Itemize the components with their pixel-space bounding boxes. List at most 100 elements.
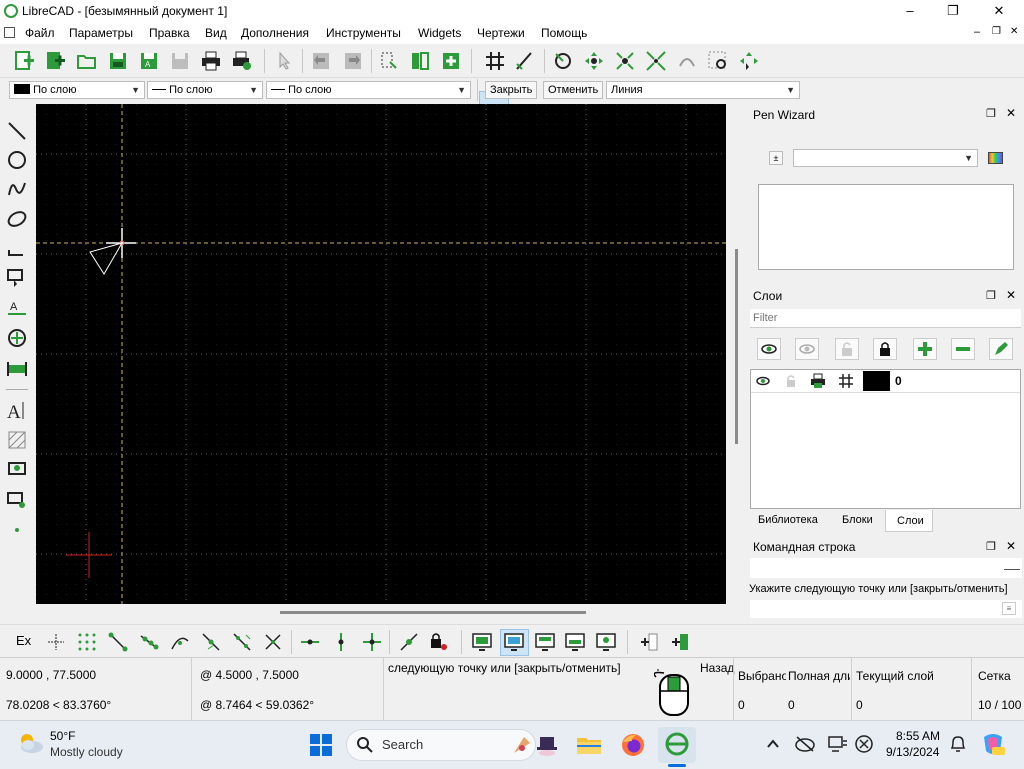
linetype-combo[interactable]: По слою ▼ [266,81,471,99]
horizontal-scrollbar-thumb[interactable] [280,611,586,614]
restrict-vertical-icon[interactable] [330,631,352,653]
zoom-auto-icon[interactable] [738,50,760,72]
curve-tool-icon[interactable] [6,178,28,200]
float-dock-icon[interactable]: ❐ [986,540,996,553]
ellipse-tool-icon[interactable] [6,208,28,230]
new-template-icon[interactable] [44,50,66,72]
tab-blocks[interactable]: Блоки [842,514,873,526]
block-tool-icon[interactable] [6,489,28,511]
unlock-all-layers-button[interactable] [835,338,859,360]
dimension-tool-icon[interactable]: A [6,297,28,319]
measure-tool-icon[interactable] [6,357,28,379]
hide-all-layers-button[interactable] [795,338,819,360]
command-input[interactable] [750,600,1022,618]
open-file-icon[interactable] [76,50,98,72]
draft-mode-icon[interactable] [514,50,536,72]
view-bottom-icon[interactable] [564,631,586,653]
weather-description[interactable]: Mostly cloudy [50,745,123,759]
layer-lock-icon[interactable] [782,373,800,389]
print-preview-icon[interactable] [231,50,253,72]
snap-on-entity-icon[interactable] [138,631,160,653]
image-tool-icon[interactable] [6,457,28,479]
snap-middle-icon[interactable] [200,631,222,653]
file-explorer-icon[interactable] [576,733,602,757]
show-all-layers-button[interactable] [757,338,781,360]
drawing-canvas[interactable] [36,104,726,604]
menu-file[interactable]: Файл [25,26,55,40]
snap-intersection-icon[interactable] [262,631,284,653]
undo-segment-button[interactable]: Отменить [543,81,604,99]
menu-drawings[interactable]: Чертежи [477,26,525,40]
close-polyline-button[interactable]: Закрыть [485,81,538,99]
restrict-orthogonal-icon[interactable] [361,631,383,653]
maximize-button[interactable]: ❐ [938,2,968,20]
menu-plugins[interactable]: Дополнения [241,26,309,40]
view-top-icon[interactable] [534,631,556,653]
restrict-horizontal-icon[interactable] [299,631,321,653]
add-view-icon[interactable] [638,631,660,653]
doc-close-button[interactable]: ✕ [1010,26,1018,37]
color-combo[interactable]: По слою ▼ [9,81,145,99]
point-tool-icon[interactable] [6,519,28,541]
menu-widgets[interactable]: Widgets [418,26,461,40]
close-button[interactable]: ✕ [984,2,1014,20]
zoom-pan-icon[interactable] [583,50,605,72]
float-dock-icon[interactable]: ❐ [986,289,996,302]
vertical-scrollbar-thumb[interactable] [735,249,738,444]
color-picker-icon[interactable] [988,152,1003,164]
volume-muted-icon[interactable] [853,733,875,755]
layer-row[interactable]: 0 [751,370,1020,393]
no-internet-icon[interactable] [794,734,816,754]
zoom-window-icon[interactable] [707,50,729,72]
select-pointer-icon[interactable] [273,50,295,72]
modify-tool-icon[interactable] [6,327,28,349]
command-options-icon[interactable]: ≡ [1002,602,1016,615]
paste-icon[interactable] [440,50,462,72]
save-icon[interactable] [107,50,129,72]
document-menu-icon[interactable] [4,27,15,38]
doc-restore-button[interactable]: ❐ [992,26,1001,37]
minimize-button[interactable]: – [895,2,925,20]
remove-view-icon[interactable] [669,631,691,653]
menu-help[interactable]: Помощь [541,26,587,40]
lock-all-layers-button[interactable] [873,338,897,360]
weather-temperature[interactable]: 50°F [50,729,75,743]
taskbar-search-box[interactable] [346,729,536,761]
float-dock-icon[interactable]: ❐ [986,107,996,120]
hatch-tool-icon[interactable] [6,429,28,451]
snap-distance-icon[interactable] [231,631,253,653]
cut-icon[interactable] [409,50,431,72]
pen-wizard-combo[interactable]: ▼ [793,149,978,167]
horizontal-scrollbar[interactable] [36,606,726,618]
print-icon[interactable] [200,50,222,72]
zoom-in-icon[interactable] [614,50,636,72]
menu-view[interactable]: Вид [205,26,227,40]
clock-date[interactable]: 9/13/2024 [886,745,939,759]
layer-visible-eye-icon[interactable] [754,373,772,389]
circle-tool-icon[interactable] [6,149,28,171]
weather-cloud-icon[interactable] [16,731,44,757]
windows-start-icon[interactable] [309,733,333,757]
linewidth-combo[interactable]: По слою ▼ [147,81,263,99]
tab-layers[interactable]: Слои [897,515,924,527]
chevron-up-icon[interactable] [764,735,782,753]
menu-tools[interactable]: Инструменты [326,26,401,40]
doc-minimize-button[interactable]: – [974,26,980,38]
firefox-icon[interactable] [620,732,646,758]
snap-grid-icon[interactable] [76,631,98,653]
snap-exclusive-button[interactable]: Ex [16,633,31,648]
close-dock-icon[interactable]: ✕ [1006,106,1016,120]
line-tool-icon[interactable] [6,120,28,142]
notification-bell-icon[interactable] [948,734,968,754]
lock-relative-zero-icon[interactable] [428,631,450,653]
zoom-previous-icon[interactable] [676,50,698,72]
select-tool-icon[interactable] [6,267,28,289]
edit-layer-button[interactable] [989,338,1013,360]
clock-time[interactable]: 8:55 AM [896,729,940,743]
menu-options[interactable]: Параметры [69,26,133,40]
layer-print-icon[interactable] [809,373,827,389]
new-file-icon[interactable] [13,50,35,72]
remove-layer-button[interactable] [951,338,975,360]
layer-list[interactable]: 0 [750,369,1021,509]
close-dock-icon[interactable]: ✕ [1006,288,1016,302]
